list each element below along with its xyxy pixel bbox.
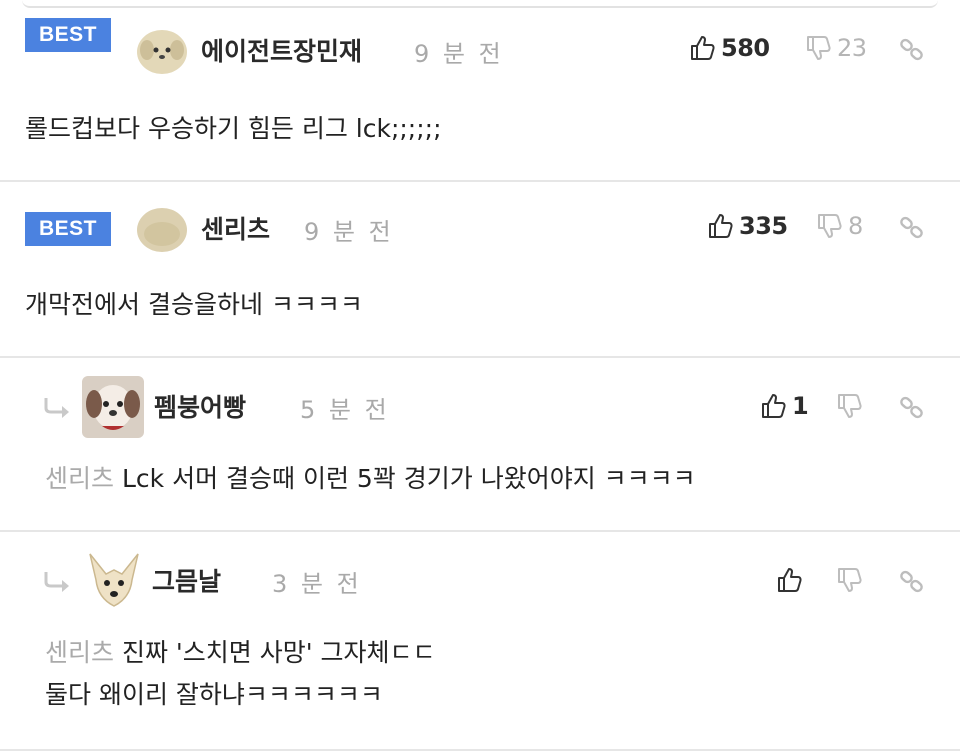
reply-content-line2: 둘다 왜이리 잘하냐ㅋㅋㅋㅋㅋㅋ xyxy=(45,680,383,709)
thumbs-up-icon xyxy=(760,392,788,420)
comment-text: 롤드컵보다 우승하기 힘든 리그 lck;;;;;; xyxy=(25,114,442,143)
thumbs-down-icon xyxy=(816,212,844,240)
dislike-button[interactable] xyxy=(836,562,864,598)
avatar[interactable] xyxy=(136,204,188,254)
like-button[interactable]: 580 xyxy=(689,30,770,66)
blob-avatar-icon xyxy=(137,208,187,252)
like-count: 580 xyxy=(721,34,770,62)
dislike-button[interactable]: 23 xyxy=(805,30,867,66)
reply-content: Lck 서머 결승때 이런 5꽉 경기가 나왔어야지 ㅋㅋㅋㅋ xyxy=(121,464,696,493)
best-badge: BEST xyxy=(25,212,111,246)
avatar[interactable] xyxy=(82,376,144,438)
reply-arrow-icon xyxy=(42,570,72,592)
puppy-avatar-icon xyxy=(82,376,144,438)
like-button[interactable] xyxy=(776,562,804,598)
comment-text: 개막전에서 결승을하네 ㅋㅋㅋㅋ xyxy=(25,290,363,319)
reply-text: 센리츠 Lck 서머 결승때 이런 5꽉 경기가 나왔어야지 ㅋㅋㅋㅋ xyxy=(45,458,696,500)
link-icon xyxy=(898,36,926,64)
nickname[interactable]: 펨붕어빵 xyxy=(154,388,246,424)
dislike-button[interactable]: 8 xyxy=(816,208,863,244)
like-count: 335 xyxy=(739,212,788,240)
link-icon xyxy=(898,214,926,242)
dislike-count: 8 xyxy=(848,212,863,240)
nickname[interactable]: 센리츠 xyxy=(201,210,270,246)
avatar[interactable] xyxy=(84,550,144,610)
dislike-count: 23 xyxy=(837,34,867,62)
dog-avatar-icon xyxy=(137,30,187,74)
timestamp: 3 분 전 xyxy=(272,570,362,598)
link-button[interactable] xyxy=(898,390,926,426)
link-icon xyxy=(898,568,926,596)
nickname[interactable]: 그믐날 xyxy=(152,562,221,598)
like-button[interactable]: 335 xyxy=(707,208,788,244)
thumbs-down-icon xyxy=(805,34,833,62)
mention[interactable]: 센리츠 xyxy=(45,464,114,493)
reply-arrow-icon xyxy=(42,396,72,418)
reply-text: 센리츠 진짜 '스치면 사망' 그자체ㄷㄷ xyxy=(45,632,436,674)
timestamp: 9 분 전 xyxy=(304,218,394,246)
link-icon xyxy=(898,394,926,422)
dislike-button[interactable] xyxy=(836,388,864,424)
like-button[interactable]: 1 xyxy=(760,388,809,424)
link-button[interactable] xyxy=(898,32,926,68)
thumbs-up-icon xyxy=(776,566,804,594)
chihuahua-avatar-icon xyxy=(89,553,139,607)
like-count: 1 xyxy=(792,392,809,420)
mention[interactable]: 센리츠 xyxy=(45,638,114,667)
avatar[interactable] xyxy=(136,26,188,78)
link-button[interactable] xyxy=(898,564,926,600)
best-badge: BEST xyxy=(25,18,111,52)
thumbs-down-icon xyxy=(836,566,864,594)
timestamp: 9 분 전 xyxy=(414,40,504,68)
nickname[interactable]: 에이전트장민재 xyxy=(201,32,362,68)
comment-item: BEST 센리츠 9 분 전 335 8 개막전에서 결승을하네 ㅋㅋㅋㅋ xyxy=(0,182,960,358)
reply-item: 그믐날 3 분 전 센리츠 진짜 '스치면 사망' 그자체ㄷㄷ 둘다 왜이리 잘… xyxy=(0,532,960,751)
thumbs-up-icon xyxy=(707,212,735,240)
link-button[interactable] xyxy=(898,210,926,246)
comment-item: BEST 에이전트장민재 9 분 전 580 23 롤드컵보다 우승하기 힘든 … xyxy=(0,4,960,182)
thumbs-down-icon xyxy=(836,392,864,420)
thumbs-up-icon xyxy=(689,34,717,62)
timestamp: 5 분 전 xyxy=(300,396,390,424)
reply-content-line1: 진짜 '스치면 사망' 그자체ㄷㄷ xyxy=(121,638,436,667)
reply-item: 펨붕어빵 5 분 전 1 센리츠 Lck 서머 결승때 이런 5꽉 경기가 나왔… xyxy=(0,358,960,532)
